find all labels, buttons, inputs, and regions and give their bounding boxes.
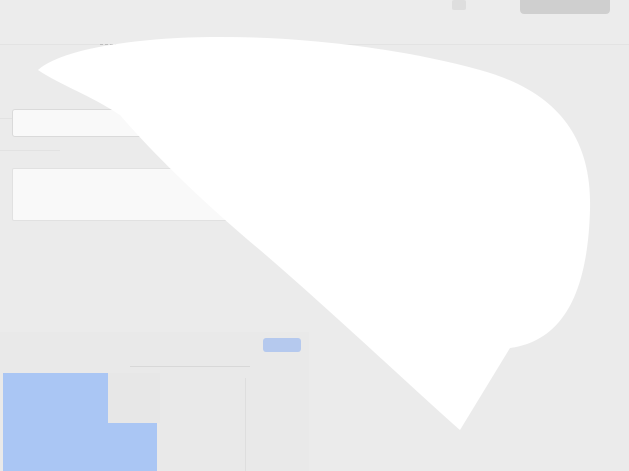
overlay-shape [38, 36, 591, 430]
